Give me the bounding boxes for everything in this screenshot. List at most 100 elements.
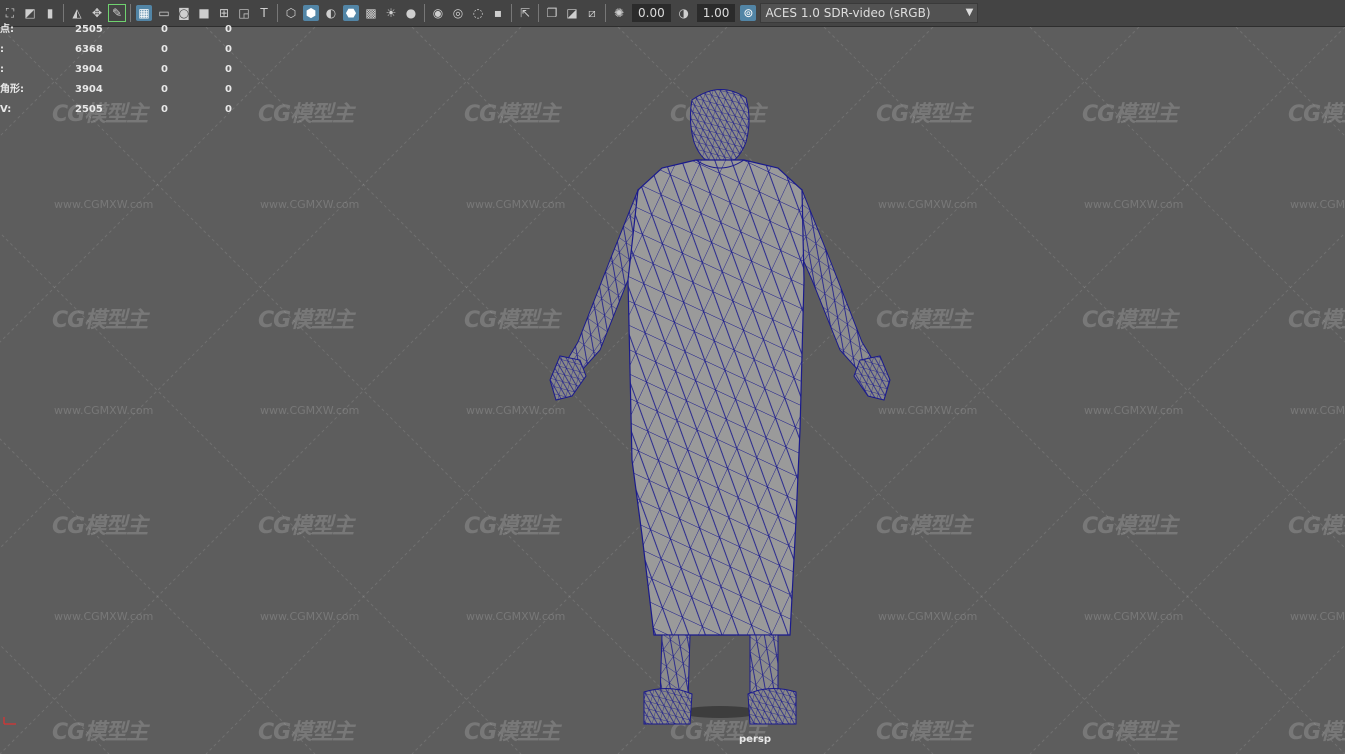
ground-shadow (680, 706, 760, 718)
watermark-logo: CG模型主 (52, 514, 148, 539)
watermark-url: www.CGMXW.com (260, 198, 360, 211)
hud-value: 6368 (75, 44, 103, 55)
camera-attr-icon[interactable]: ◩ (22, 5, 38, 21)
watermark-url: www.CGMXW.com (1084, 610, 1184, 623)
watermark-url: www.CGMXW.com (1084, 404, 1184, 417)
color-space-label: ACES 1.0 SDR-video (sRGB) (765, 6, 931, 20)
camera-label: persp (739, 734, 771, 745)
hud-label: V: (0, 104, 12, 115)
color-space-dropdown[interactable]: ACES 1.0 SDR-video (sRGB) ▼ (760, 3, 979, 23)
smooth-shade-icon[interactable]: ⬢ (303, 5, 319, 21)
hud-row-vertices: 点: 2505 0 0 (0, 22, 240, 42)
2d-pan-zoom-icon[interactable]: ✥ (89, 5, 105, 21)
safe-action-icon[interactable]: ◲ (236, 5, 252, 21)
hud-value: 3904 (75, 64, 103, 75)
watermark-url: www.CGMXW.com (260, 610, 360, 623)
gamma-field[interactable]: 1.00 (696, 4, 736, 22)
head-mesh (689, 89, 750, 167)
hud-row-uvs: V: 2505 0 0 (0, 102, 240, 122)
lighting-icon[interactable]: ☀ (383, 5, 399, 21)
watermark-url: www.CGMXW.com (1290, 404, 1345, 417)
watermark-logo: CG模型主 (1082, 514, 1178, 539)
toolbar-divider (63, 4, 64, 22)
watermark-logo: CG模型主 (52, 720, 148, 745)
color-management-icon[interactable]: ⊚ (740, 5, 757, 21)
grease-pencil-icon[interactable]: ✎ (108, 4, 126, 22)
toolbar-divider (130, 4, 131, 22)
robe-mesh (627, 159, 805, 636)
watermark-logo: CG模型主 (1082, 102, 1178, 127)
hud-value: 0 (225, 84, 232, 95)
hud-value: 0 (225, 24, 232, 35)
exposure-icon[interactable]: ✺ (611, 5, 627, 21)
film-gate-icon[interactable]: ▭ (156, 5, 172, 21)
axis-gizmo (3, 717, 16, 725)
watermark-logo: CG模型主 (258, 720, 354, 745)
default-material-icon[interactable]: ◐ (323, 5, 339, 21)
hud-value: 0 (161, 44, 168, 55)
watermark-logo: CG模型主 (1288, 720, 1345, 745)
field-chart-icon[interactable]: ⊞ (216, 5, 232, 21)
toolbar-divider (277, 4, 278, 22)
hud-value: 3904 (75, 84, 103, 95)
hud-value: 0 (161, 64, 168, 75)
hud-value: 0 (161, 24, 168, 35)
hud-label: : (0, 64, 4, 75)
hud-value: 0 (225, 104, 232, 115)
hud-row-faces: : 3904 0 0 (0, 62, 240, 82)
watermark-logo: CG模型主 (258, 308, 354, 333)
bookmark-icon[interactable]: ▮ (42, 5, 58, 21)
xray-active-icon[interactable]: ◪ (564, 5, 580, 21)
hud-value: 0 (161, 84, 168, 95)
xray-icon[interactable]: ❐ (544, 5, 560, 21)
watermark-url: www.CGMXW.com (1290, 610, 1345, 623)
wireframe-on-shaded-icon[interactable]: ⬣ (343, 5, 359, 21)
depth-of-field-icon[interactable]: ▪ (490, 5, 506, 21)
watermark-url: www.CGMXW.com (54, 198, 154, 211)
toolbar-divider (605, 4, 606, 22)
chevron-down-icon: ▼ (965, 7, 974, 18)
hud-value: 0 (225, 44, 232, 55)
resolution-gate-icon[interactable]: ◙ (176, 5, 192, 21)
hud-value: 0 (161, 104, 168, 115)
exposure-field[interactable]: 0.00 (632, 4, 671, 22)
grid-icon[interactable]: ▦ (136, 5, 152, 21)
watermark-logo: CG模型主 (1288, 514, 1345, 539)
toolbar-divider (538, 4, 539, 22)
watermark-logo: CG模型主 (1082, 720, 1178, 745)
watermark-url: www.CGMXW.com (260, 404, 360, 417)
robed-figure-mesh[interactable] (520, 80, 920, 740)
watermark-logo: CG模型主 (1288, 102, 1345, 127)
wireframe-icon[interactable]: ⬡ (283, 5, 299, 21)
shadows-icon[interactable]: ● (403, 5, 419, 21)
image-plane-icon[interactable]: ◭ (69, 5, 85, 21)
watermark-url: www.CGMXW.com (1290, 198, 1345, 211)
textured-icon[interactable]: ▩ (363, 5, 379, 21)
watermark-logo: CG模型主 (258, 514, 354, 539)
camera-select-icon[interactable]: ⛶ (2, 5, 18, 21)
ambient-occlusion-icon[interactable]: ◉ (430, 5, 446, 21)
gamma-icon[interactable]: ◑ (676, 5, 692, 21)
watermark-logo: CG模型主 (52, 308, 148, 333)
hud-row-triangles: 角形: 3904 0 0 (0, 82, 240, 102)
hud-label: 点: (0, 24, 14, 35)
safe-title-icon[interactable]: T (256, 5, 272, 21)
motion-blur-icon[interactable]: ◎ (450, 5, 466, 21)
watermark-logo: CG模型主 (258, 102, 354, 127)
watermark-logo: CG模型主 (1288, 308, 1345, 333)
poly-count-hud: 点: 2505 0 0 : 6368 0 0 : 3904 0 0 角形: 39… (0, 22, 240, 122)
hud-value: 0 (225, 64, 232, 75)
watermark-url: www.CGMXW.com (1084, 198, 1184, 211)
hud-label: : (0, 44, 4, 55)
watermark-url: www.CGMXW.com (54, 404, 154, 417)
watermark-logo: CG模型主 (1082, 308, 1178, 333)
hud-row-edges: : 6368 0 0 (0, 42, 240, 62)
anti-aliasing-icon[interactable]: ◌ (470, 5, 486, 21)
hud-value: 2505 (75, 24, 103, 35)
xray-joints-icon[interactable]: ⧄ (584, 5, 600, 21)
hud-value: 2505 (75, 104, 103, 115)
gate-mask-icon[interactable]: ■ (196, 5, 212, 21)
toolbar-divider (511, 4, 512, 22)
watermark-url: www.CGMXW.com (54, 610, 154, 623)
isolate-select-icon[interactable]: ⇱ (517, 5, 533, 21)
